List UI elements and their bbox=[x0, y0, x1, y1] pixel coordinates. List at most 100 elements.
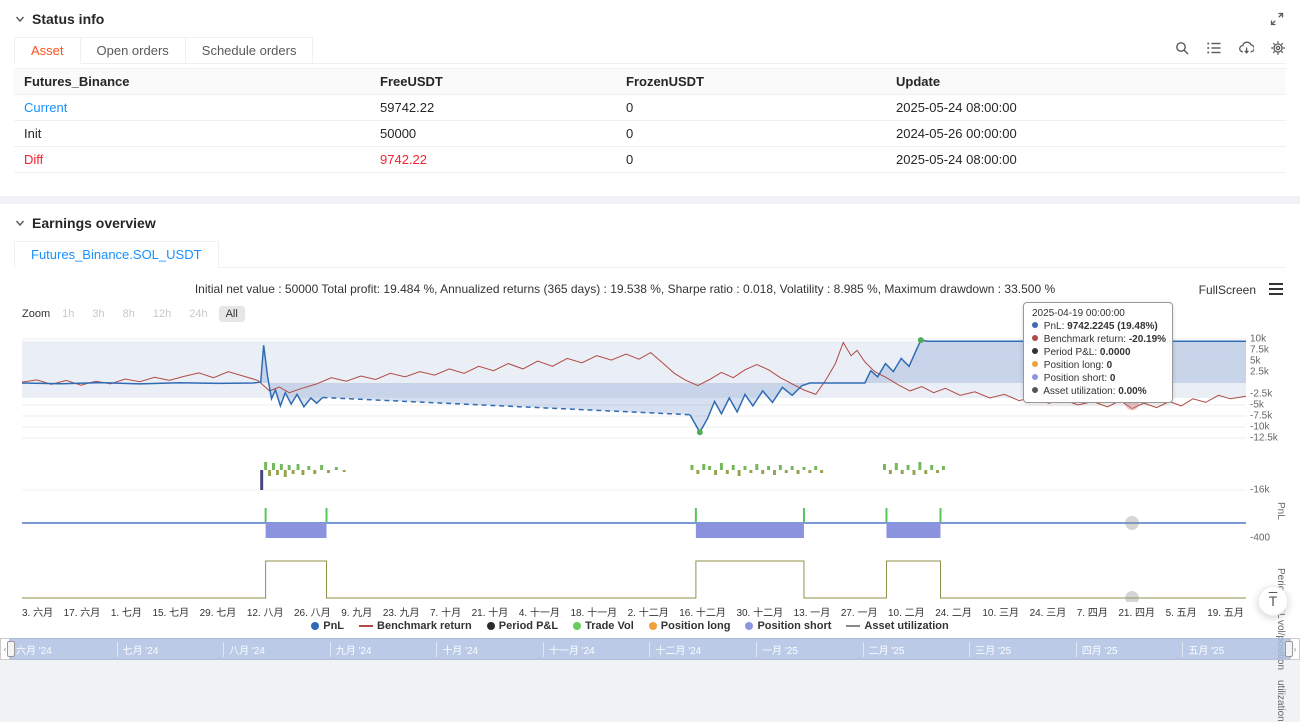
status-tabs: Asset Open orders Schedule orders bbox=[14, 37, 1286, 64]
row-label-init: Init bbox=[14, 121, 370, 147]
series-bullet-icon bbox=[1032, 361, 1038, 367]
chevron-down-icon[interactable] bbox=[14, 13, 26, 25]
x-axis-label: 1. 七月 bbox=[111, 604, 142, 619]
y-tick-label: -12.5k bbox=[1250, 433, 1278, 444]
axis-title-utilization: utilization bbox=[1275, 680, 1286, 722]
series-bullet-icon bbox=[1032, 322, 1038, 328]
navigator-handle-right[interactable] bbox=[1285, 641, 1293, 657]
cell-free-init: 50000 bbox=[370, 121, 616, 147]
chart-navigator[interactable]: 六月 '24七月 '24八月 '24九月 '24十月 '24十一月 '24十二月… bbox=[10, 638, 1290, 660]
zoom-button-1h[interactable]: 1h bbox=[55, 306, 81, 322]
col-header-account: Futures_Binance bbox=[14, 69, 370, 95]
y-tick-label: 7.5k bbox=[1250, 345, 1269, 356]
navigator-month-label: 四月 '25 bbox=[1076, 642, 1183, 657]
chart-menu-icon[interactable] bbox=[1268, 282, 1284, 301]
x-axis-label: 26. 八月 bbox=[294, 604, 331, 619]
table-row-diff: Diff 9742.22 0 2025-05-24 08:00:00 bbox=[14, 147, 1286, 173]
x-axis-label: 23. 九月 bbox=[383, 604, 420, 619]
chart-legend: PnL Benchmark return Period P&L Trade Vol Po… bbox=[0, 620, 1260, 632]
chevron-down-icon[interactable] bbox=[14, 217, 26, 229]
legend-item-pnl[interactable]: PnL bbox=[311, 620, 344, 632]
expand-icon[interactable] bbox=[1270, 12, 1284, 26]
navigator-month-label: 十一月 '24 bbox=[543, 642, 650, 657]
fullscreen-button[interactable]: FullScreen bbox=[1199, 283, 1256, 297]
x-axis-labels: 3. 六月17. 六月1. 七月15. 七月29. 七月12. 八月26. 八月… bbox=[22, 604, 1244, 619]
navigator-month-label: 一月 '25 bbox=[756, 642, 863, 657]
table-row-init: Init 50000 0 2024-05-26 00:00:00 bbox=[14, 121, 1286, 147]
legend-item-position-short[interactable]: Position short bbox=[745, 620, 831, 632]
x-axis-label: 7. 十月 bbox=[430, 604, 461, 619]
legend-label: PnL bbox=[323, 620, 344, 632]
navigator-month-label: 六月 '24 bbox=[11, 642, 117, 657]
gear-icon[interactable] bbox=[1270, 40, 1286, 56]
list-icon[interactable] bbox=[1206, 40, 1222, 56]
x-axis-label: 16. 十二月 bbox=[679, 604, 726, 619]
x-axis-label: 10. 二月 bbox=[888, 604, 925, 619]
zoom-button-8h[interactable]: 8h bbox=[116, 306, 142, 322]
zoom-button-24h[interactable]: 24h bbox=[182, 306, 214, 322]
legend-marker-icon bbox=[846, 625, 860, 627]
y-tick-label: -16k bbox=[1250, 485, 1269, 496]
x-axis-label: 9. 九月 bbox=[341, 604, 372, 619]
navigator-handle-left[interactable] bbox=[7, 641, 15, 657]
tooltip-row: Position short: 0 bbox=[1032, 373, 1164, 384]
legend-marker-icon bbox=[573, 622, 581, 630]
x-axis-label: 7. 四月 bbox=[1077, 604, 1108, 619]
cell-frozen-init: 0 bbox=[616, 121, 886, 147]
axis-title-pnl: PnL bbox=[1275, 502, 1286, 520]
zoom-button-12h[interactable]: 12h bbox=[146, 306, 178, 322]
series-bullet-icon bbox=[1032, 374, 1038, 380]
legend-marker-icon bbox=[745, 622, 753, 630]
legend-label: Position long bbox=[661, 620, 731, 632]
legend-item-period-p-l[interactable]: Period P&L bbox=[487, 620, 558, 632]
search-icon[interactable] bbox=[1174, 40, 1190, 56]
legend-marker-icon bbox=[487, 622, 495, 630]
tooltip-row: Asset utilization: 0.00% bbox=[1032, 386, 1164, 397]
table-header-row: Futures_Binance FreeUSDT FrozenUSDT Upda… bbox=[14, 69, 1286, 95]
zoom-button-3h[interactable]: 3h bbox=[85, 306, 111, 322]
col-header-frozen: FrozenUSDT bbox=[616, 69, 886, 95]
cell-update-current: 2025-05-24 08:00:00 bbox=[886, 95, 1286, 121]
row-label-current[interactable]: Current bbox=[14, 95, 370, 121]
tab-asset[interactable]: Asset bbox=[14, 37, 81, 64]
tooltip-row: Benchmark return: -20.19% bbox=[1032, 334, 1164, 345]
y-tick-label: -10k bbox=[1250, 422, 1269, 433]
legend-marker-icon bbox=[359, 625, 373, 627]
x-axis-label: 18. 十一月 bbox=[570, 604, 617, 619]
tab-symbol[interactable]: Futures_Binance.SOL_USDT bbox=[14, 241, 219, 268]
tab-schedule-orders[interactable]: Schedule orders bbox=[186, 37, 314, 64]
y-tick-label: -5k bbox=[1250, 400, 1264, 411]
x-axis-label: 3. 六月 bbox=[22, 604, 53, 619]
x-axis-label: 21. 四月 bbox=[1118, 604, 1155, 619]
zoom-range-selector: Zoom 1h3h8h12h24hAll bbox=[22, 306, 245, 322]
tooltip-row: Position long: 0 bbox=[1032, 360, 1164, 371]
legend-label: Trade Vol bbox=[585, 620, 634, 632]
cell-update-init: 2024-05-26 00:00:00 bbox=[886, 121, 1286, 147]
tab-open-orders[interactable]: Open orders bbox=[81, 37, 186, 64]
navigator-month-label: 九月 '24 bbox=[330, 642, 437, 657]
y-tick-label: 5k bbox=[1250, 356, 1261, 367]
earnings-title[interactable]: Earnings overview bbox=[32, 215, 156, 231]
legend-marker-icon bbox=[649, 622, 657, 630]
legend-item-trade-vol[interactable]: Trade Vol bbox=[573, 620, 634, 632]
status-info-title[interactable]: Status info bbox=[32, 11, 104, 27]
legend-item-position-long[interactable]: Position long bbox=[649, 620, 731, 632]
x-axis-label: 27. 一月 bbox=[841, 604, 878, 619]
legend-item-asset-utilization[interactable]: Asset utilization bbox=[846, 620, 948, 632]
y-tick-label: 2.5k bbox=[1250, 367, 1269, 378]
navigator-month-label: 五月 '25 bbox=[1182, 642, 1289, 657]
zoom-button-all[interactable]: All bbox=[219, 306, 245, 322]
chart-tooltip: 2025-04-19 00:00:00 PnL: 9742.2245 (19.4… bbox=[1023, 302, 1173, 403]
legend-label: Position short bbox=[757, 620, 831, 632]
x-axis-label: 12. 八月 bbox=[247, 604, 284, 619]
cloud-download-icon[interactable] bbox=[1238, 40, 1254, 56]
y-tick-label: -400 bbox=[1250, 533, 1270, 544]
navigator-month-label: 八月 '24 bbox=[223, 642, 330, 657]
cell-free-current: 59742.22 bbox=[370, 95, 616, 121]
col-header-free: FreeUSDT bbox=[370, 69, 616, 95]
navigator-month-label: 二月 '25 bbox=[863, 642, 970, 657]
legend-item-benchmark-return[interactable]: Benchmark return bbox=[359, 620, 472, 632]
top-button[interactable]: T bbox=[1258, 586, 1288, 616]
y-tick-label: -7.5k bbox=[1250, 411, 1272, 422]
series-bullet-icon bbox=[1032, 387, 1038, 393]
